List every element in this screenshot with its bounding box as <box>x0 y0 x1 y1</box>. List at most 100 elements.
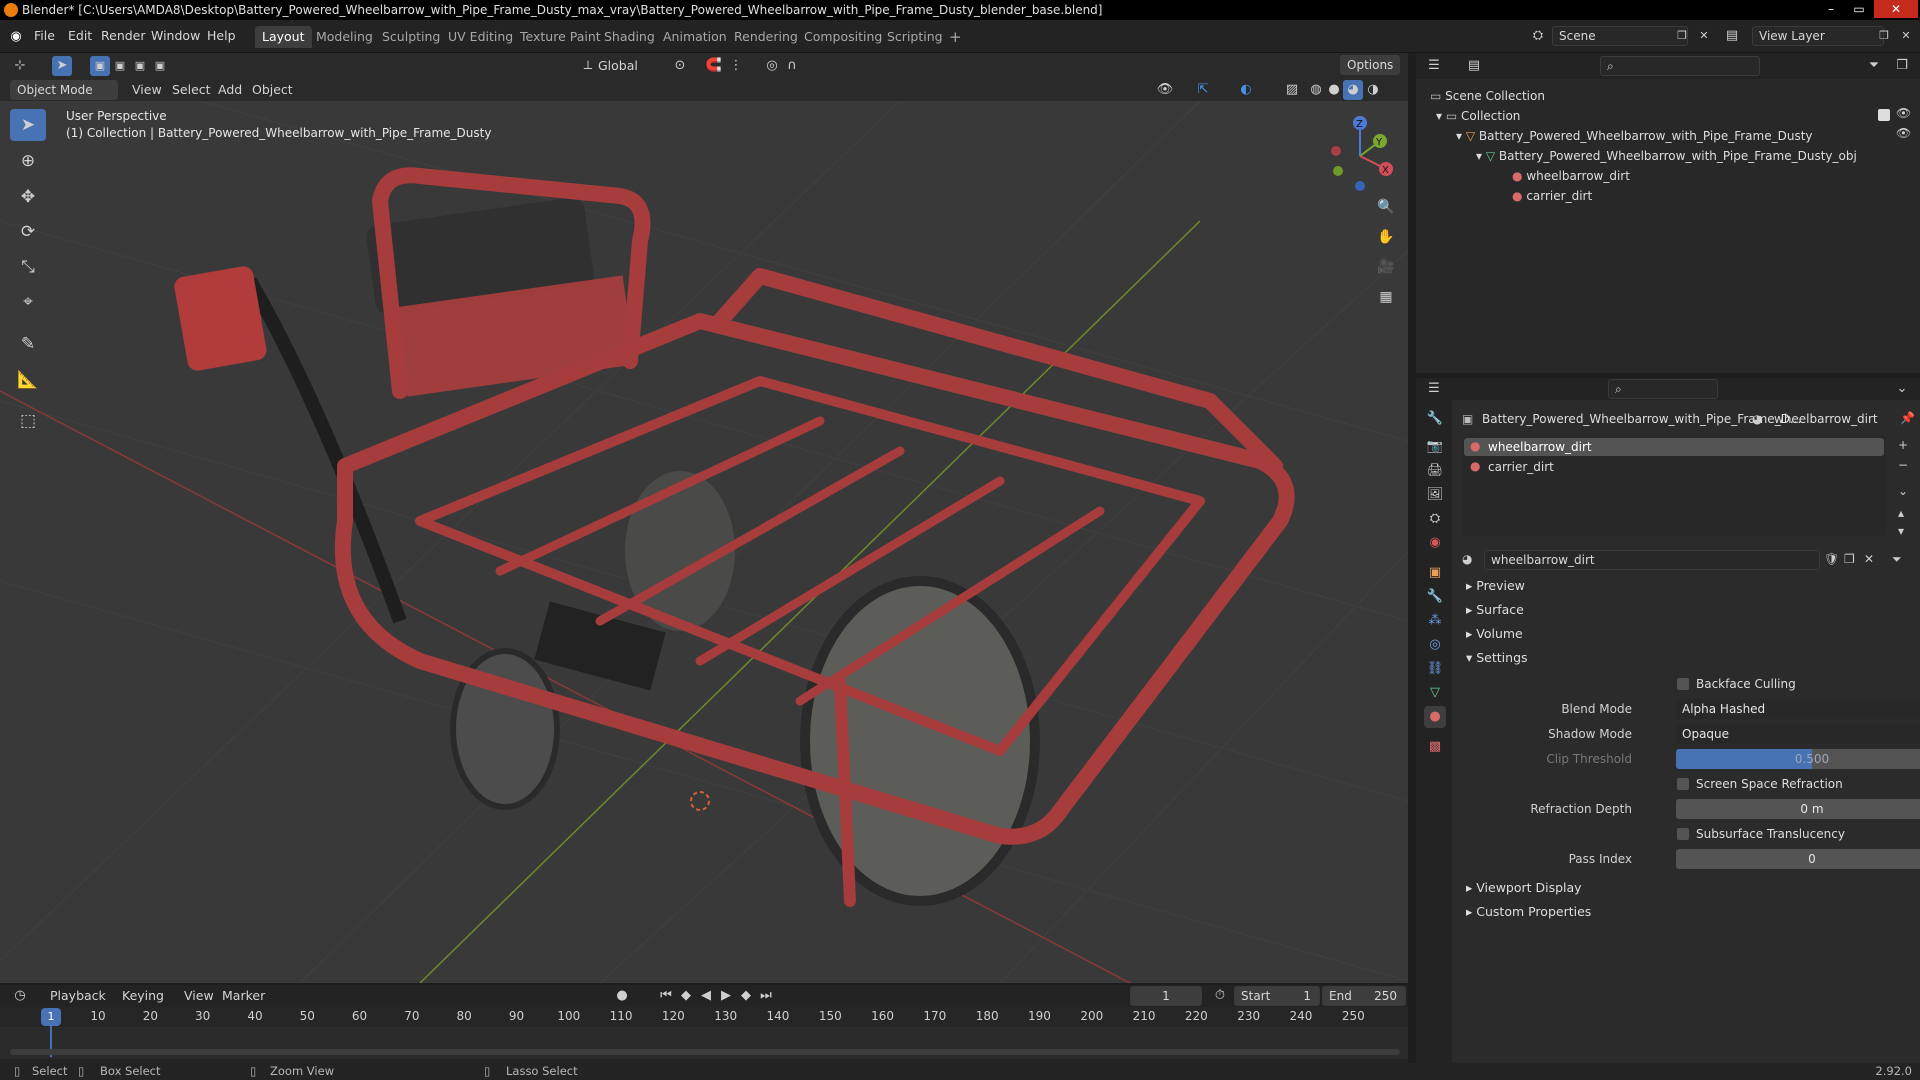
surface-panel-header[interactable]: ▸ Surface <box>1466 602 1524 617</box>
duplicate-material-icon[interactable]: ❐ <box>1844 552 1855 566</box>
filter-icon[interactable]: ⏷ <box>1864 56 1884 76</box>
scene-tab-icon[interactable]: ⛭ <box>1424 508 1446 530</box>
zoom-view-icon[interactable]: 🔍 <box>1372 193 1400 221</box>
tool-tab-icon[interactable]: 🔧 <box>1424 408 1446 430</box>
material-row[interactable]: ● wheelbarrow_dirt <box>1512 166 1630 186</box>
gizmo-toggle-icon[interactable]: ⇱ <box>1193 80 1213 100</box>
auto-keying-icon[interactable]: ● <box>612 986 632 1006</box>
material-name-field[interactable]: wheelbarrow_dirt <box>1484 550 1820 570</box>
move-tool[interactable]: ✥ <box>10 181 46 213</box>
playhead-marker[interactable]: 1 <box>41 1008 61 1026</box>
overlays-icon[interactable]: ◐ <box>1236 80 1256 100</box>
outliner-editor-icon[interactable]: ☰ <box>1424 56 1444 76</box>
minimize-button[interactable]: – <box>1818 0 1844 18</box>
snap-icon[interactable]: 🧲 <box>704 56 724 76</box>
unlink-material-icon[interactable]: ✕ <box>1864 552 1874 566</box>
keying-menu[interactable]: Keying <box>122 985 164 1007</box>
rendered-shading-icon[interactable]: ◑ <box>1363 80 1383 100</box>
visibility-icon[interactable]: 👁 <box>1155 80 1175 100</box>
render-tab-icon[interactable]: 📷 <box>1424 436 1446 458</box>
proportional-editing-icon[interactable]: ◎ <box>762 56 782 76</box>
select-menu[interactable]: Select <box>172 79 211 101</box>
add-menu[interactable]: Add <box>218 79 242 101</box>
menu-render[interactable]: Render <box>101 28 146 43</box>
pin-icon[interactable]: 📌 <box>1900 411 1915 425</box>
timeline-scrollbar[interactable] <box>10 1049 1400 1055</box>
wireframe-shading-icon[interactable]: ◍ <box>1306 80 1326 100</box>
texture-tab-icon[interactable]: ▩ <box>1424 736 1446 758</box>
jump-keyframe-back-icon[interactable]: ◆ <box>676 986 696 1006</box>
add-workspace-button[interactable]: + <box>942 26 969 48</box>
clip-threshold-slider[interactable]: 0.500 <box>1676 749 1920 769</box>
shadow-mode-dropdown[interactable]: Opaque <box>1676 724 1920 744</box>
snap-target-icon[interactable]: ⋮ <box>726 56 746 76</box>
fake-user-icon[interactable]: 🛡 <box>1824 552 1839 566</box>
object-visibility-icon[interactable]: 👁 <box>1896 126 1911 140</box>
move-slot-up-icon[interactable]: ▴ <box>1898 506 1904 520</box>
jump-start-icon[interactable]: ⏮ <box>656 986 676 1006</box>
material-tab-icon[interactable]: ● <box>1424 706 1446 728</box>
browse-material-icon[interactable]: ◕ <box>1462 552 1472 566</box>
solid-shading-icon[interactable]: ● <box>1324 80 1344 100</box>
transform-orientation-icon[interactable]: ⟂ <box>578 56 598 76</box>
backface-culling-checkbox[interactable] <box>1677 678 1689 690</box>
material-slot-list[interactable]: ● wheelbarrow_dirt ● carrier_dirt <box>1462 436 1886 536</box>
transform-orientation-dropdown[interactable]: Global <box>598 55 638 77</box>
select-mode-extend-icon[interactable]: ▣ <box>110 56 130 76</box>
preview-panel-header[interactable]: ▸ Preview <box>1466 578 1525 593</box>
transform-tool[interactable]: ⌖ <box>10 286 46 318</box>
display-mode-icon[interactable]: ▤ <box>1464 56 1484 76</box>
playback-menu[interactable]: Playback <box>50 985 106 1007</box>
pivot-point-icon[interactable]: ⊙ <box>670 56 690 76</box>
material-slot[interactable]: ● carrier_dirt <box>1464 458 1884 476</box>
start-frame-field[interactable]: Start 1 <box>1234 986 1320 1006</box>
remove-scene-icon[interactable]: ✕ <box>1694 26 1714 46</box>
marker-menu[interactable]: Marker <box>222 985 265 1007</box>
screen-space-refraction-checkbox[interactable] <box>1677 778 1689 790</box>
scene-field[interactable]: Scene <box>1552 26 1688 46</box>
tab-animation[interactable]: Animation <box>656 26 734 48</box>
modifier-tab-icon[interactable]: 🔧 <box>1424 586 1446 608</box>
perspective-toggle-icon[interactable]: ▦ <box>1372 283 1400 311</box>
view-layer-tab-icon[interactable]: 🖼 <box>1424 484 1446 506</box>
expand-arrow-icon[interactable]: ▾ <box>1476 149 1482 163</box>
timeline-track[interactable]: 1 10 20 30 40 50 60 70 80 90 100 110 120 130 140 150 16… <box>0 1007 1408 1059</box>
collection-row[interactable]: ▾ ▭ Collection <box>1436 106 1520 126</box>
outliner-search-input[interactable]: ⌕ <box>1600 56 1760 76</box>
rotate-tool[interactable]: ⟳ <box>10 216 46 248</box>
menu-help[interactable]: Help <box>207 28 236 43</box>
viewport-display-panel-header[interactable]: ▸ Viewport Display <box>1466 880 1582 895</box>
tab-uv-editing[interactable]: UV Editing <box>441 26 520 48</box>
camera-view-icon[interactable]: 🎥 <box>1372 253 1400 281</box>
blender-menu-icon[interactable]: ◉ <box>6 27 26 47</box>
new-collection-icon[interactable]: ❐ <box>1892 56 1912 76</box>
navigation-gizmo[interactable]: Z Y X <box>1320 111 1400 191</box>
close-button[interactable]: ✕ <box>1874 0 1918 18</box>
scene-icon[interactable]: ⛭ <box>1528 26 1548 46</box>
move-slot-down-icon[interactable]: ▾ <box>1898 524 1904 538</box>
tab-sculpting[interactable]: Sculpting <box>375 26 447 48</box>
add-cube-tool[interactable]: ⬚ <box>10 405 46 437</box>
collection-visibility-icon[interactable]: 👁 <box>1896 106 1911 120</box>
3d-viewport[interactable]: ⊹ ➤ ▣ ▣ ▣ ▣ ⟂ Global ⊙ 🧲 ⋮ ◎ ∩ Options O… <box>0 53 1408 983</box>
view-layer-field[interactable]: View Layer <box>1752 26 1884 46</box>
expand-arrow-icon[interactable]: ▾ <box>1456 129 1462 143</box>
properties-options-icon[interactable]: ⌄ <box>1892 379 1912 399</box>
menu-edit[interactable]: Edit <box>68 28 92 43</box>
scene-collection-row[interactable]: ▭ Scene Collection <box>1430 86 1545 106</box>
mesh-row[interactable]: ▾ ▽ Battery_Powered_Wheelbarrow_with_Pip… <box>1476 146 1857 166</box>
editor-type-icon[interactable]: ⊹ <box>10 56 30 76</box>
tab-compositing[interactable]: Compositing <box>797 26 889 48</box>
slot-specials-icon[interactable]: ⌄ <box>1898 484 1908 498</box>
cursor-tool[interactable]: ⊕ <box>10 145 46 177</box>
subsurface-translucency-checkbox[interactable] <box>1677 828 1689 840</box>
end-frame-field[interactable]: End 250 <box>1322 986 1406 1006</box>
material-slot-selected[interactable]: ● wheelbarrow_dirt <box>1464 438 1884 456</box>
properties-search-input[interactable]: ⌕ <box>1608 379 1718 399</box>
timeline-editor-icon[interactable]: ◷ <box>10 986 30 1006</box>
jump-keyframe-forward-icon[interactable]: ◆ <box>736 986 756 1006</box>
preview-range-icon[interactable]: ⏱ <box>1210 986 1230 1006</box>
object-row[interactable]: ▾ ▽ Battery_Powered_Wheelbarrow_with_Pip… <box>1456 126 1813 146</box>
view-layer-icon[interactable]: ▤ <box>1722 26 1742 46</box>
scale-tool[interactable]: ⤡ <box>10 251 46 283</box>
